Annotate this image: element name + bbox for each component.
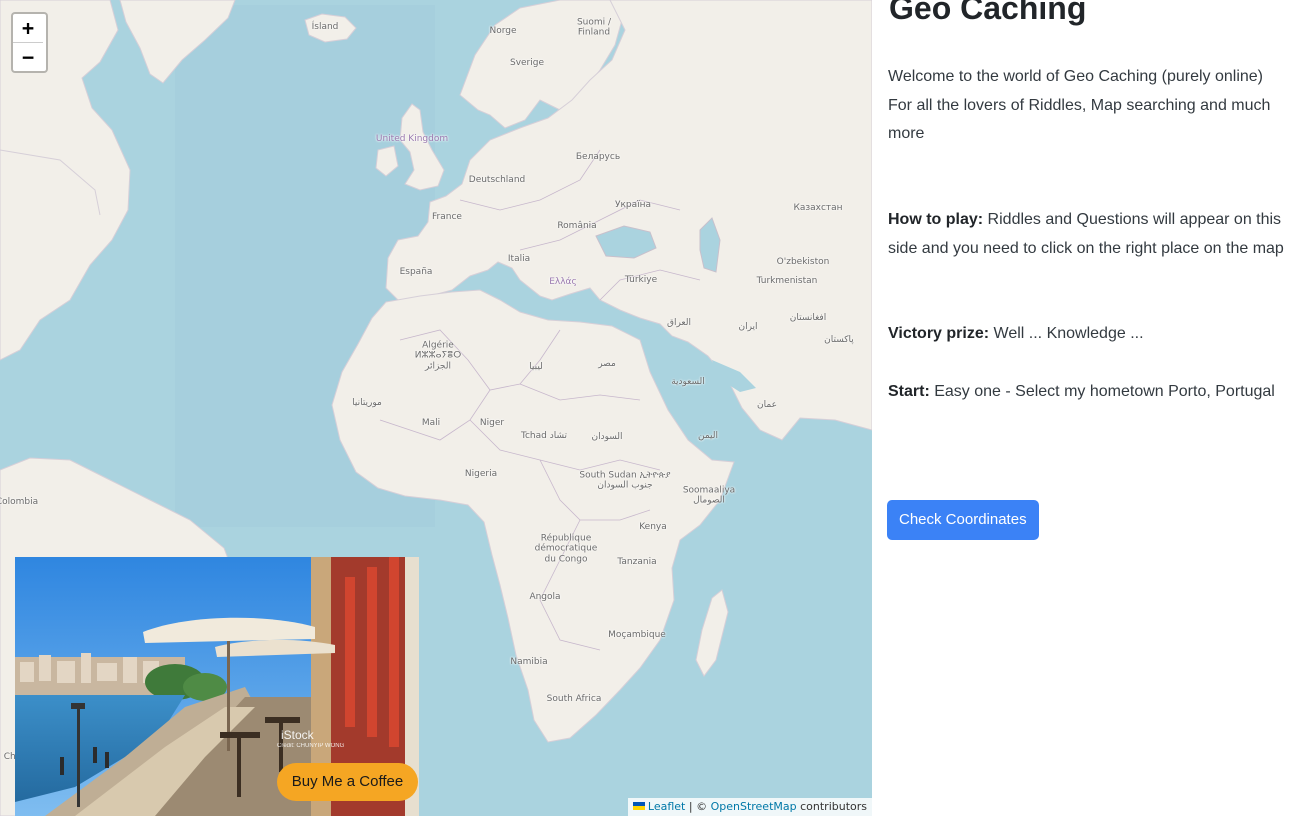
zoom-out-button[interactable]: − — [13, 42, 43, 71]
map-place-label: South Sudan ኢትዮጵያ جنوب السودان — [579, 470, 671, 491]
map-place-label: السودان — [591, 431, 623, 442]
map-place-label: اليمن — [697, 430, 719, 441]
map-place-label: Kenya — [639, 521, 667, 532]
map-place-label: پاکستان — [824, 334, 854, 345]
map-place-label: Mali — [421, 417, 441, 428]
photo-credit: Credit: CHUNYIP WONG — [277, 743, 345, 749]
map-place-label: România — [557, 220, 597, 231]
map-place-label: España — [399, 266, 433, 277]
map-place-label: Україна — [614, 199, 652, 210]
attribution-separator: | © — [685, 800, 711, 813]
map-place-label: Suomi / Finland — [576, 17, 612, 38]
map-place-label: موريتانيا — [352, 397, 382, 408]
map-place-label: France — [432, 211, 462, 222]
map-place-label: Soomaaliya الصومال — [682, 485, 736, 506]
map-place-label: Namibia — [510, 656, 548, 667]
how-to-play-label: How to play: — [888, 211, 984, 228]
map-place-label: Norge — [489, 25, 517, 36]
map-place-label: ليبيا — [529, 361, 543, 372]
how-to-play-text: How to play: Riddles and Questions will … — [888, 206, 1288, 263]
map-place-label: O'zbekiston — [776, 256, 830, 267]
zoom-in-button[interactable]: + — [13, 14, 43, 42]
map-place-label: Nigeria — [464, 468, 498, 479]
buy-me-a-coffee-button[interactable]: Buy Me a Coffee — [277, 763, 418, 801]
map-place-label: Казахстан — [793, 202, 843, 213]
map-place-label: Türkiye — [624, 274, 658, 285]
leaflet-link[interactable]: Leaflet — [648, 800, 685, 813]
map-place-label: Colombia — [0, 496, 39, 507]
map-attribution: Leaflet | © OpenStreetMap contributors — [627, 798, 872, 816]
intro-line-1: Welcome to the world of Geo Caching (pur… — [888, 68, 1263, 85]
map-place-label: Angola — [529, 591, 561, 602]
start-text: Start: Easy one - Select my hometown Por… — [888, 378, 1288, 407]
map-place-label: Italia — [507, 253, 531, 264]
map-place-label: Sverige — [509, 57, 545, 68]
map-place-label: United Kingdom — [375, 133, 449, 144]
ukraine-flag-icon — [632, 802, 645, 810]
map-place-label: Tanzania — [617, 556, 657, 567]
map-place-label: Moçambique — [608, 629, 666, 640]
map-place-label: Algérie ⵍⵣⵣⴰⵢⴻⵔ الجزائر — [414, 340, 462, 372]
attribution-suffix: contributors — [796, 800, 867, 813]
map-place-label: Беларусь — [575, 151, 621, 162]
openstreetmap-link[interactable]: OpenStreetMap — [711, 800, 797, 813]
photo-watermark: iStock — [281, 728, 315, 742]
check-coordinates-button[interactable]: Check Coordinates — [887, 500, 1039, 540]
map-place-label: Turkmenistan — [756, 275, 818, 286]
map-place-label: Ελλάς — [549, 276, 577, 287]
map-place-label: عمان — [757, 399, 777, 410]
zoom-control: + − — [11, 12, 48, 73]
map-place-label: مصر — [598, 358, 616, 369]
map-place-label: افغانستان — [789, 312, 827, 323]
start-body: Easy one - Select my hometown Porto, Por… — [929, 383, 1275, 400]
page-title: Geo Caching — [889, 0, 1087, 26]
map-place-label: Ísland — [311, 21, 339, 32]
intro-line-2: For all the lovers of Riddles, Map searc… — [888, 96, 1271, 143]
victory-prize-label: Victory prize: — [888, 325, 990, 342]
map-place-label: السعودية — [671, 376, 705, 387]
map-place-label: Deutschland — [468, 174, 526, 185]
map-place-label: Niger — [479, 417, 505, 428]
map-place-label: Tchad تشاد — [520, 430, 568, 441]
side-panel: Geo Caching Welcome to the world of Geo … — [872, 0, 1308, 816]
map-place-label: République démocratique du Congo — [534, 533, 598, 565]
map-place-label: ایران — [738, 321, 758, 332]
victory-prize-body: Well ... Knowledge ... — [989, 325, 1144, 342]
map-place-label: South Africa — [546, 693, 602, 704]
start-label: Start: — [888, 383, 930, 400]
victory-prize-text: Victory prize: Well ... Knowledge ... — [888, 320, 1288, 349]
intro-text: Welcome to the world of Geo Caching (pur… — [888, 63, 1288, 149]
map-place-label: العراق — [666, 317, 692, 328]
